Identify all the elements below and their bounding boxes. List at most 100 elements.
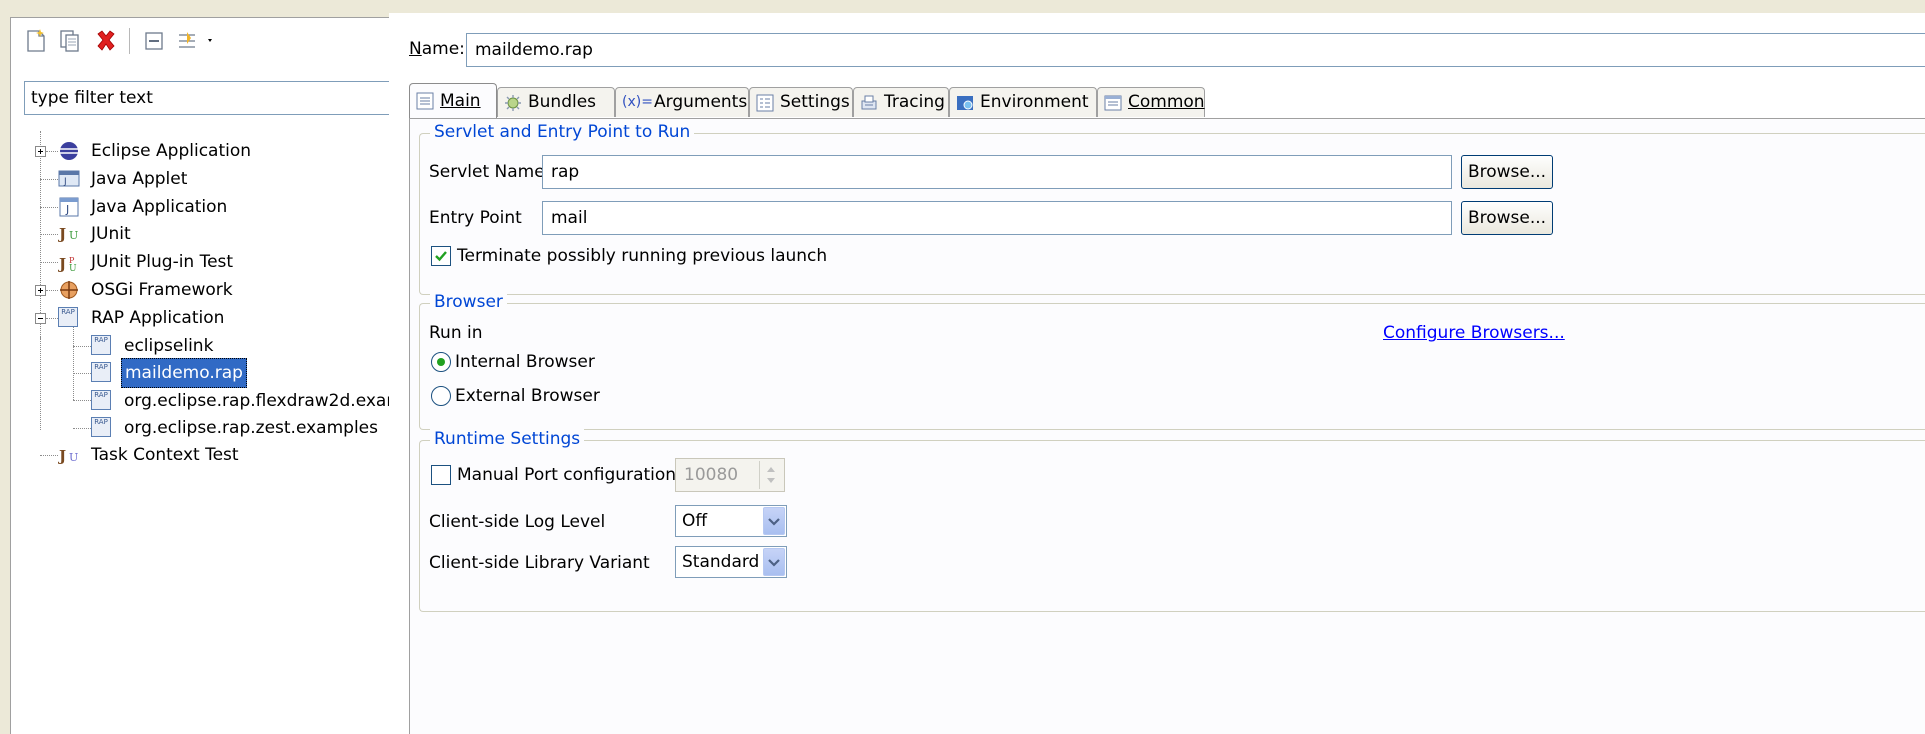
tab-bundles[interactable]: Bundles: [497, 87, 615, 117]
run-in-label: Run in: [429, 323, 483, 343]
browse-servlet-button[interactable]: Browse...: [1461, 155, 1553, 189]
tree-connector: [73, 373, 91, 374]
tree-connector: [40, 234, 58, 235]
duplicate-icon[interactable]: [57, 28, 83, 54]
environment-icon: [957, 96, 973, 110]
tracing-icon: [861, 95, 877, 110]
manual-port-checkbox[interactable]: [431, 465, 451, 485]
tree-item-label: JUnit: [91, 224, 131, 244]
library-variant-select[interactable]: Standard: [675, 546, 787, 578]
tree-connector: [73, 346, 91, 347]
tab-settings[interactable]: Settings: [749, 87, 853, 117]
tree-connector: [40, 262, 58, 263]
external-browser-radio[interactable]: [431, 386, 451, 406]
svg-text:J: J: [65, 203, 69, 216]
svg-text:U: U: [69, 229, 78, 242]
tree-item-label: JUnit Plug-in Test: [91, 252, 234, 272]
spinner-arrows-icon: [759, 461, 782, 489]
external-browser-label: External Browser: [455, 386, 600, 406]
log-level-label: Client-side Log Level: [429, 512, 606, 532]
tree-connector: [40, 207, 58, 208]
tree-connector: [46, 318, 58, 319]
tree-item-label-selected: maildemo.rap: [121, 358, 247, 388]
terminate-label: Terminate possibly running previous laun…: [457, 246, 828, 266]
svg-text:J: J: [58, 225, 66, 243]
browse-entry-point-button[interactable]: Browse...: [1461, 201, 1553, 235]
terminate-checkbox[interactable]: [431, 246, 451, 266]
tree-item-label: Java Applet: [91, 169, 188, 189]
tree-item-label: Task Context Test: [91, 445, 239, 465]
tree-item-label: org.eclipse.rap.flexdraw2d.exan: [124, 391, 398, 411]
name-label: Name:: [409, 39, 465, 59]
check-icon: [435, 251, 447, 262]
servlet-group-title: Servlet and Entry Point to Run: [430, 122, 695, 142]
junit-plugin-icon: JPU: [57, 251, 80, 274]
tree-item-label: RAP Application: [91, 308, 225, 328]
library-variant-label: Client-side Library Variant: [429, 553, 650, 573]
servlet-name-input[interactable]: rap: [542, 155, 1452, 189]
entry-point-input[interactable]: mail: [542, 201, 1452, 235]
tab-common[interactable]: Common: [1097, 87, 1205, 117]
internal-browser-radio[interactable]: [431, 352, 451, 372]
collapse-all-icon[interactable]: [141, 28, 167, 54]
eclipse-icon: [58, 140, 80, 162]
runtime-group-title: Runtime Settings: [430, 429, 585, 449]
rap-icon: RAP: [58, 307, 78, 327]
manual-port-label: Manual Port configuration: [457, 465, 677, 485]
configure-browsers-link[interactable]: Configure Browsers...: [1383, 320, 1565, 346]
task-context-icon: JU: [57, 444, 80, 466]
chevron-down-icon: [763, 507, 785, 535]
port-spinner[interactable]: 10080: [675, 458, 785, 492]
tree-connector: [40, 336, 41, 430]
arguments-icon: (x)=: [622, 94, 653, 110]
tab-environment[interactable]: Environment: [949, 87, 1097, 117]
tab-tracing[interactable]: Tracing: [853, 87, 949, 117]
rap-icon: RAP: [91, 335, 111, 355]
tree-item-label: org.eclipse.rap.zest.examples: [124, 418, 378, 438]
chevron-down-icon: [763, 548, 785, 576]
rap-icon: RAP: [91, 417, 111, 437]
browser-group-title: Browser: [430, 292, 507, 312]
tree-item-label: Eclipse Application: [91, 141, 252, 161]
browser-group: Browser: [419, 292, 1925, 430]
common-icon: [1104, 95, 1122, 111]
entry-point-label: Entry Point: [429, 208, 522, 228]
tree-item-label: OSGi Framework: [91, 280, 233, 300]
tab-arguments[interactable]: (x)= Arguments: [615, 87, 749, 117]
bundles-icon: [505, 95, 521, 111]
expand-toggle-osgi-framework[interactable]: [35, 285, 46, 296]
filter-icon[interactable]: [175, 28, 215, 54]
tree-connector: [46, 151, 58, 152]
rap-icon: RAP: [91, 362, 111, 382]
log-level-select[interactable]: Off: [675, 505, 787, 537]
config-tabs: Main Bundles (x)= Arguments Settings Tra…: [409, 83, 1925, 119]
java-application-icon: J: [58, 196, 80, 218]
tree-item-label: eclipselink: [124, 336, 214, 356]
collapse-toggle-rap-application[interactable]: [35, 313, 46, 324]
rap-icon: RAP: [91, 390, 111, 410]
tree-connector: [40, 131, 41, 339]
name-input[interactable]: maildemo.rap: [466, 33, 1925, 67]
tree-connector: [40, 455, 58, 456]
svg-text:U: U: [69, 264, 77, 273]
internal-browser-label: Internal Browser: [455, 352, 595, 372]
svg-text:U: U: [69, 451, 78, 464]
delete-icon[interactable]: [93, 28, 119, 54]
osgi-icon: [58, 279, 80, 301]
expand-toggle-eclipse-application[interactable]: [35, 146, 46, 157]
main-tab-icon: [416, 92, 434, 110]
toolbar-separator: [129, 28, 130, 54]
launch-config-editor: Name: maildemo.rap Main Bundles (x)= Arg…: [389, 13, 1925, 734]
tree-item-label: Java Application: [91, 197, 228, 217]
svg-text:J: J: [63, 177, 67, 187]
java-applet-icon: J: [58, 168, 80, 190]
filter-input[interactable]: [24, 81, 445, 115]
tree-connector: [73, 428, 91, 429]
junit-icon: JU: [57, 223, 80, 245]
tree-connector: [46, 290, 58, 291]
svg-text:J: J: [58, 255, 66, 273]
tab-main[interactable]: Main: [409, 83, 497, 119]
settings-icon: [756, 94, 774, 112]
new-launch-config-icon[interactable]: [23, 28, 49, 54]
servlet-name-label: Servlet Name: [429, 162, 545, 182]
